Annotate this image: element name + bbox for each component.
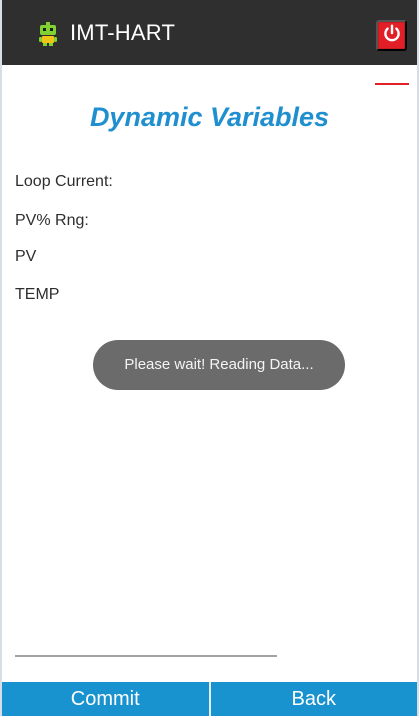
back-button[interactable]: Back	[208, 682, 417, 716]
app-title: IMT-HART	[70, 20, 176, 45]
loading-toast: Please wait! Reading Data...	[93, 340, 345, 390]
commit-button[interactable]: Commit	[2, 682, 209, 716]
app-screen: IMT-HART Dynamic Variables Loop Current:…	[0, 0, 419, 716]
bottom-divider	[15, 655, 277, 657]
app-header: IMT-HART	[2, 0, 417, 65]
robot-icon	[37, 22, 59, 46]
pv-range-label: PV% Rng:	[15, 212, 89, 229]
footer-actions: Commit Back	[2, 682, 417, 716]
power-button[interactable]	[376, 20, 407, 51]
pv-label: PV	[15, 248, 37, 265]
loop-current-label: Loop Current:	[15, 173, 113, 190]
page-title: Dynamic Variables	[89, 102, 330, 132]
power-icon	[381, 23, 403, 48]
header-underline	[375, 83, 409, 85]
temp-label: TEMP	[15, 286, 60, 303]
